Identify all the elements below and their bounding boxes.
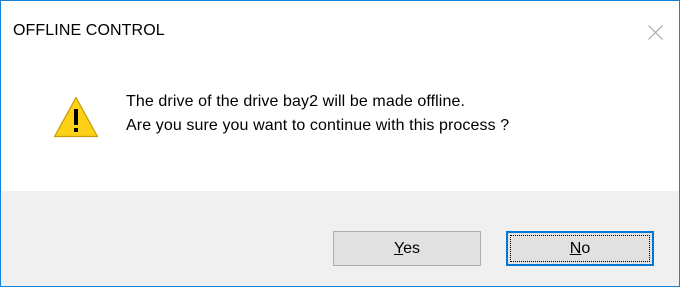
message-line-2: Are you sure you want to continue with t… bbox=[126, 117, 510, 134]
button-bar: Yes No bbox=[1, 191, 679, 286]
yes-button-mnemonic: Y bbox=[393, 240, 404, 257]
yes-button-label: es bbox=[403, 240, 421, 257]
dialog-title: OFFLINE CONTROL bbox=[13, 22, 165, 39]
title-bar[interactable]: OFFLINE CONTROL bbox=[1, 1, 679, 63]
dialog-message: The drive of the drive bay2 will be made… bbox=[126, 90, 509, 138]
close-icon bbox=[648, 25, 663, 40]
focus-ring bbox=[510, 235, 650, 262]
offline-control-dialog: OFFLINE CONTROL The drive of the drive b… bbox=[0, 0, 680, 287]
close-button[interactable] bbox=[633, 1, 679, 63]
no-button[interactable]: No bbox=[506, 231, 654, 266]
yes-button[interactable]: Yes bbox=[333, 231, 481, 266]
warning-icon bbox=[53, 96, 99, 138]
dialog-content: The drive of the drive bay2 will be made… bbox=[1, 63, 679, 191]
message-line-1: The drive of the drive bay2 will be made… bbox=[126, 93, 466, 110]
